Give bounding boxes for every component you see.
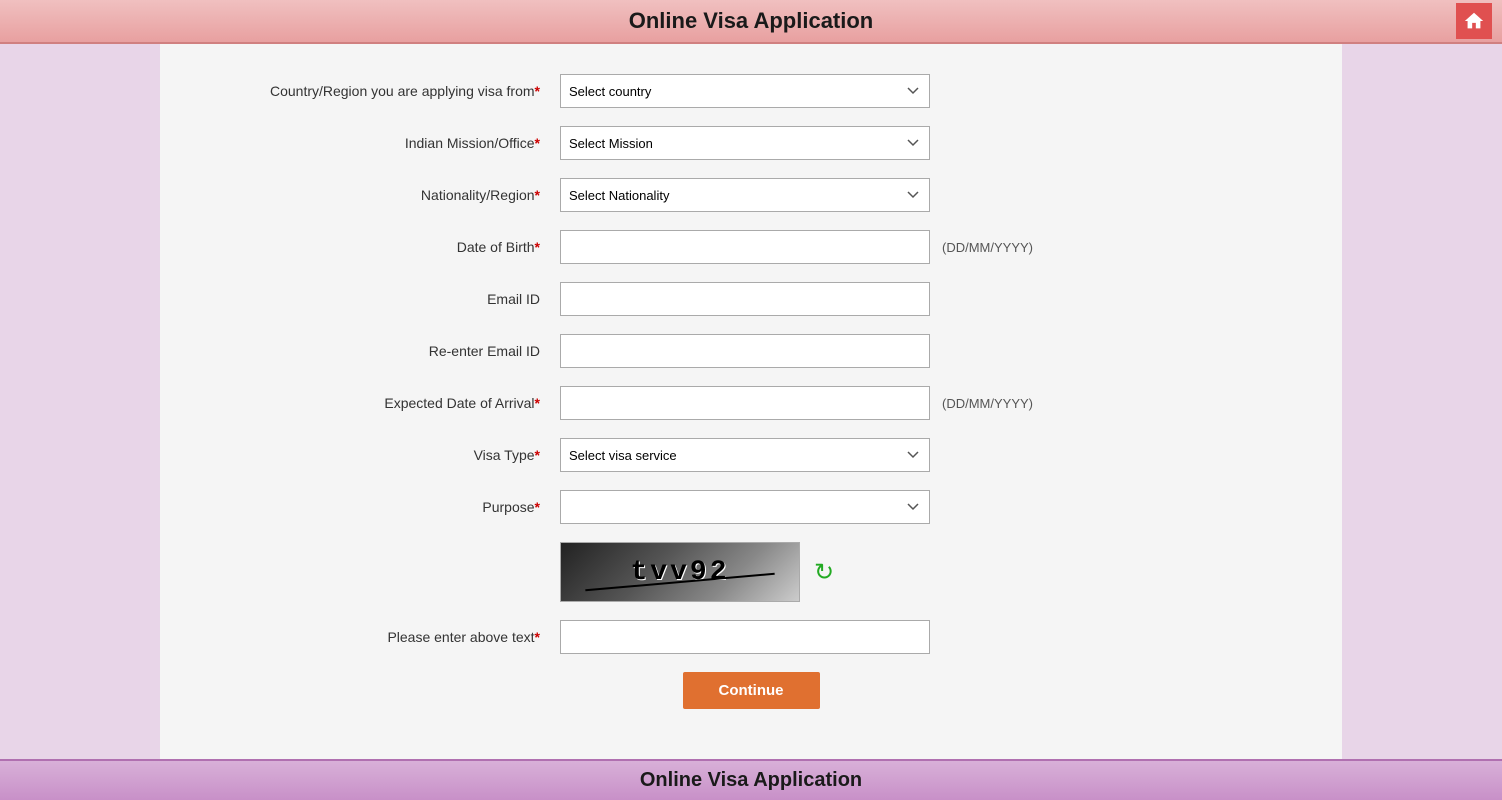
visa-type-row: Visa Type* Select visa service — [200, 438, 1302, 472]
dob-required: * — [535, 239, 540, 255]
mission-row: Indian Mission/Office* Select Mission — [200, 126, 1302, 160]
mission-required: * — [535, 135, 540, 151]
country-row: Country/Region you are applying visa fro… — [200, 74, 1302, 108]
arrival-date-label: Expected Date of Arrival* — [200, 394, 560, 412]
reenter-email-row: Re-enter Email ID — [200, 334, 1302, 368]
visa-type-select[interactable]: Select visa service — [560, 438, 930, 472]
refresh-icon[interactable]: ↻ — [814, 558, 834, 587]
visa-type-label: Visa Type* — [200, 446, 560, 464]
email-input[interactable] — [560, 282, 930, 316]
mission-label: Indian Mission/Office* — [200, 134, 560, 152]
arrival-date-input[interactable] — [560, 386, 930, 420]
dob-hint: (DD/MM/YYYY) — [942, 240, 1033, 255]
visa-type-required: * — [535, 447, 540, 463]
country-label: Country/Region you are applying visa fro… — [200, 82, 560, 100]
arrival-date-row: Expected Date of Arrival* (DD/MM/YYYY) — [200, 386, 1302, 420]
purpose-label: Purpose* — [200, 498, 560, 516]
country-required: * — [535, 83, 540, 99]
mission-select[interactable]: Select Mission — [560, 126, 930, 160]
reenter-email-input[interactable] — [560, 334, 930, 368]
nationality-select[interactable]: Select Nationality — [560, 178, 930, 212]
main-content: Country/Region you are applying visa fro… — [160, 44, 1342, 759]
country-select[interactable]: Select country — [560, 74, 930, 108]
footer-title: Online Visa Application — [0, 769, 1502, 792]
dob-input[interactable] — [560, 230, 930, 264]
nationality-label: Nationality/Region* — [200, 186, 560, 204]
email-label: Email ID — [200, 290, 560, 308]
purpose-required: * — [535, 499, 540, 515]
captcha-required: * — [535, 629, 540, 645]
continue-row: Continue — [200, 672, 1302, 709]
captcha-input-label: Please enter above text* — [200, 628, 560, 646]
captcha-image: tvv92 — [560, 542, 800, 602]
email-row: Email ID — [200, 282, 1302, 316]
captcha-input-row: Please enter above text* — [200, 620, 1302, 654]
page-wrapper: Online Visa Application Country/Region y… — [0, 0, 1502, 800]
purpose-row: Purpose* — [200, 490, 1302, 524]
nationality-row: Nationality/Region* Select Nationality — [200, 178, 1302, 212]
dob-row: Date of Birth* (DD/MM/YYYY) — [200, 230, 1302, 264]
page-title: Online Visa Application — [0, 8, 1502, 34]
header-banner: Online Visa Application — [0, 0, 1502, 44]
captcha-input[interactable] — [560, 620, 930, 654]
dob-label: Date of Birth* — [200, 238, 560, 256]
home-icon[interactable] — [1456, 3, 1492, 39]
arrival-date-hint: (DD/MM/YYYY) — [942, 396, 1033, 411]
nationality-required: * — [535, 187, 540, 203]
footer-banner: Online Visa Application — [0, 759, 1502, 800]
captcha-row: tvv92 ↻ — [200, 542, 1302, 602]
purpose-select[interactable] — [560, 490, 930, 524]
reenter-email-label: Re-enter Email ID — [200, 342, 560, 360]
continue-button[interactable]: Continue — [683, 672, 820, 709]
arrival-required: * — [535, 395, 540, 411]
